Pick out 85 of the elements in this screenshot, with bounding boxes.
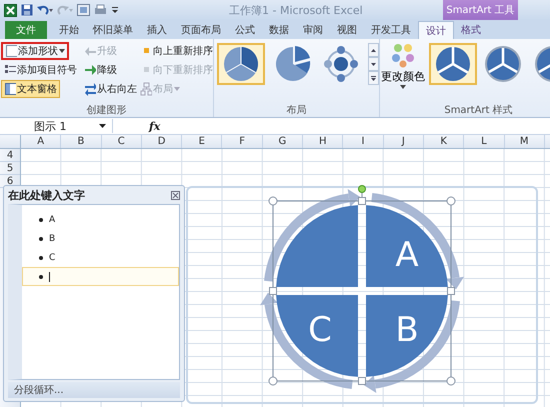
ribbon-tab[interactable]: 页面布局 <box>174 21 228 39</box>
printer-icon[interactable] <box>94 4 107 16</box>
ribbon-tab[interactable]: 设计 <box>418 21 454 39</box>
ribbon-command[interactable]: 降级 <box>81 61 120 79</box>
row-header[interactable]: 4 <box>0 149 20 162</box>
arrow-icon <box>84 63 96 77</box>
column-header[interactable]: I <box>343 135 384 148</box>
change-colors-button[interactable]: 更改颜色 <box>380 39 426 103</box>
segment-label: B <box>395 310 419 350</box>
ribbon-command[interactable]: 添加形状 <box>1 42 69 60</box>
row-header[interactable]: 5 <box>0 162 20 175</box>
close-icon[interactable] <box>171 190 180 200</box>
ribbon-tab[interactable]: 格式 <box>454 21 488 39</box>
column-header[interactable]: L <box>464 135 505 148</box>
ribbon-tab[interactable]: 审阅 <box>296 21 330 39</box>
ribbon-tab[interactable]: 开发工具 <box>364 21 418 39</box>
ribbon-tab[interactable]: 开始 <box>52 21 86 39</box>
color-palette-icon <box>389 42 417 68</box>
layout-name-bar: 分段循环... <box>8 382 180 398</box>
text-pane-icon <box>4 82 16 96</box>
contextual-tab-header: SmartArt 工具 <box>443 0 518 20</box>
column-header[interactable]: G <box>262 135 304 148</box>
column-header[interactable]: H <box>303 135 344 148</box>
bullet-icon <box>39 274 43 278</box>
undo-icon[interactable] <box>37 4 53 16</box>
layout-thumbnail[interactable] <box>217 43 265 85</box>
ribbon-command[interactable]: 向上重新排序 <box>137 42 213 60</box>
ribbon-tab[interactable]: 怀旧菜单 <box>86 21 140 39</box>
file-tab[interactable]: 文件 <box>5 21 47 39</box>
bullet-text: B <box>49 234 56 244</box>
ribbon-command[interactable]: 添加项目符号 <box>1 61 80 79</box>
name-box[interactable]: 图示 1 <box>0 119 113 133</box>
window-title: 工作簿1 - Microsoft Excel <box>229 2 363 18</box>
ribbon-tab[interactable]: 数据 <box>262 21 296 39</box>
text-cursor <box>49 272 50 282</box>
ribbon-tab[interactable]: 视图 <box>330 21 364 39</box>
text-pane-row[interactable]: B <box>22 229 179 248</box>
gallery-down-button[interactable] <box>368 57 379 71</box>
ribbon-tab[interactable]: 插入 <box>140 21 174 39</box>
segment-label: A <box>395 235 419 275</box>
gallery-up-button[interactable] <box>368 43 379 57</box>
column-header[interactable]: B <box>61 135 102 148</box>
insert-function-button[interactable]: fx <box>149 120 160 132</box>
column-header[interactable]: D <box>142 135 182 148</box>
segment-label: C <box>308 310 332 350</box>
bullet-icon <box>39 236 43 240</box>
expand-gallery-icon <box>371 76 376 80</box>
column-header[interactable]: M <box>504 135 545 148</box>
ribbon-command[interactable]: 文本窗格 <box>1 80 60 98</box>
bullet-icon <box>39 218 43 222</box>
customize-caret-icon[interactable] <box>111 4 119 16</box>
column-header[interactable]: J <box>384 135 424 148</box>
group-label: 创建图形 <box>86 104 128 117</box>
triangle-down-icon <box>371 62 376 66</box>
excel-logo-icon <box>4 4 17 16</box>
caret-icon <box>400 85 406 89</box>
group-label: SmartArt 样式 <box>443 104 514 117</box>
ribbon-command[interactable]: 从右向左 <box>81 80 140 98</box>
text-pane-title: 在此处键入文字 <box>8 188 85 202</box>
quadrant-shape[interactable] <box>366 205 448 287</box>
gallery-more-button[interactable] <box>368 71 379 85</box>
column-header[interactable]: F <box>222 135 263 148</box>
triangle-up-icon <box>371 48 376 52</box>
style-thumbnail[interactable] <box>429 43 477 85</box>
column-header[interactable]: E <box>182 135 222 148</box>
caret-icon[interactable] <box>99 124 106 128</box>
bullet-text: A <box>49 214 56 224</box>
quadrant-shape[interactable] <box>276 205 358 287</box>
group-label: 布局 <box>286 104 308 117</box>
text-pane-row[interactable]: C <box>22 248 179 267</box>
bullet-icon <box>39 256 43 260</box>
text-pane-row[interactable]: A <box>22 210 179 229</box>
org-chart-icon <box>140 82 152 96</box>
ribbon-tab[interactable]: 公式 <box>228 21 262 39</box>
save-icon[interactable] <box>21 4 33 16</box>
redo-icon <box>57 4 73 16</box>
preview-icon[interactable] <box>77 4 90 16</box>
column-header[interactable]: K <box>424 135 464 148</box>
column-header[interactable]: A <box>21 135 62 148</box>
quadrant-shape[interactable] <box>366 295 448 377</box>
name-box-text: 图示 1 <box>34 118 66 134</box>
bullet-text: C <box>49 252 56 262</box>
quadrant-shape[interactable] <box>276 295 358 377</box>
swap-arrows-icon <box>84 82 96 96</box>
column-header[interactable]: C <box>102 135 142 148</box>
